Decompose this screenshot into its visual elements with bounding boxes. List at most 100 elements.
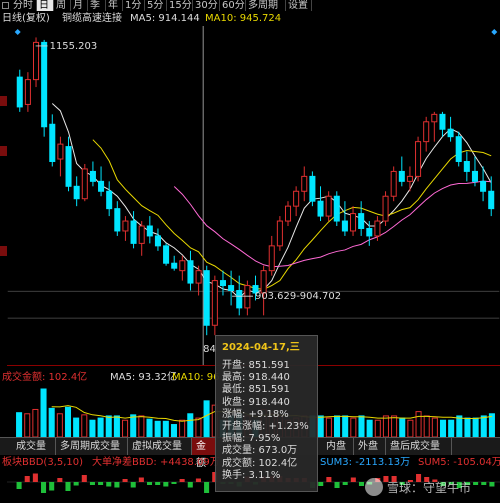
candle-body[interactable] [447,128,454,138]
candle-body[interactable] [41,41,48,128]
candle-body[interactable] [171,262,178,269]
candle-body[interactable] [374,220,381,237]
candle-body[interactable] [114,208,121,232]
tab-quarterly[interactable]: 季 [88,0,106,11]
candle-body[interactable] [228,285,235,292]
strip-marker [0,246,7,256]
candle-body[interactable] [81,168,88,200]
candle-body[interactable] [65,146,72,187]
candle-body[interactable] [260,270,267,294]
candle-body[interactable] [138,225,145,244]
tab-5min[interactable]: 5分 [145,0,167,11]
candle-body[interactable] [463,160,470,172]
candle-body[interactable] [301,175,308,192]
candle-body[interactable] [293,190,300,207]
bbd-bar [122,479,128,482]
tab-daily[interactable]: 日 [37,0,54,11]
tab-30min[interactable]: 30分 [193,0,220,11]
candle-body[interactable] [33,41,40,81]
candle-body[interactable] [406,175,413,182]
tab-outer-volume[interactable]: 外盘 [354,438,386,455]
candle-body[interactable] [366,227,373,237]
volume-bar [48,407,55,437]
bbd-bar [146,482,153,485]
candle-body[interactable] [211,280,218,326]
period-label[interactable]: 日线(复权) [2,12,50,26]
tab-monthly[interactable]: 月 [71,0,88,11]
candle-body[interactable] [415,141,422,177]
candle-body[interactable] [480,180,487,192]
candle-body[interactable] [49,123,56,162]
candle-body[interactable] [284,205,292,222]
candle-body[interactable] [341,220,348,232]
tab-inner-volume[interactable]: 内盘 [322,438,354,455]
volume-bar [162,420,169,437]
tab-amount[interactable]: 金额 [192,438,216,469]
tab-60min[interactable]: 60分 [220,0,246,11]
candle-body[interactable] [398,170,405,182]
candle-body[interactable] [268,245,275,272]
tab-after-hours-volume[interactable]: 盘后成交量 [386,438,452,455]
candle-body[interactable] [333,195,340,222]
candle-body[interactable] [236,290,243,309]
volume-bar [488,413,495,437]
candle-body[interactable] [471,170,478,182]
candle-body[interactable] [309,175,316,202]
bbd-bar [41,482,47,493]
candle-tooltip: 2024-04-17,三 开盘: 851.591 最高: 918.440 最低:… [215,335,318,492]
sidebar-toggle-checkbox[interactable] [2,2,9,9]
candle-body[interactable] [488,190,495,210]
tab-multi-period[interactable]: 多周期 [246,0,286,11]
candle-body[interactable] [219,280,226,287]
bbd-bar [16,482,22,489]
tab-intraday[interactable]: 分时 [11,0,37,11]
candle-body[interactable] [358,213,365,229]
candle-body[interactable] [203,270,210,326]
candle-body[interactable] [179,260,186,272]
volume-bar [366,419,373,437]
tab-volume[interactable]: 成交量 [12,438,56,455]
candle-body[interactable] [187,260,194,284]
tab-settings[interactable]: 设置 [286,0,312,11]
candle-body[interactable] [455,136,462,162]
candle-body[interactable] [89,170,96,182]
bbd-bar [49,482,55,491]
candle-body[interactable] [439,113,446,130]
tab-yearly[interactable]: 年 [106,0,123,11]
candlestick-chart[interactable]: 1155.203 903.629-904.702 84 [7,26,500,366]
tab-weekly[interactable]: 周 [54,0,71,11]
candle-body[interactable] [317,200,324,217]
tab-15min[interactable]: 15分 [167,0,193,11]
volume-bar [472,417,479,437]
volume-bar [399,417,406,437]
candle-body[interactable] [431,113,438,123]
candle-body[interactable] [390,170,397,197]
candle-body[interactable] [98,180,105,192]
candle-body[interactable] [195,270,202,284]
candle-body[interactable] [163,245,170,264]
volume-bar [154,420,161,437]
volume-bar [464,417,471,437]
bbd-bar [163,482,169,487]
candle-body[interactable] [16,76,23,108]
candle-body[interactable] [130,220,137,244]
bbd-bar [489,482,495,487]
candle-body[interactable] [73,185,80,200]
candle-body[interactable] [57,143,64,160]
candle-body[interactable] [350,213,357,232]
ma20-line [173,180,492,268]
tab-multi-period-volume[interactable]: 多周期成交量 [56,438,128,455]
candle-body[interactable] [146,225,153,237]
candle-body[interactable] [423,121,430,143]
candle-body[interactable] [106,190,113,210]
candle-body[interactable] [325,195,332,217]
candle-body[interactable] [276,220,283,247]
tab-1min[interactable]: 1分 [123,0,145,11]
candle-body[interactable] [122,220,129,232]
tab-virtual-volume[interactable]: 虚拟成交量 [128,438,192,455]
candle-body[interactable] [244,285,251,309]
bbd-bar [130,482,136,488]
candle-body[interactable] [382,195,389,222]
candle-body[interactable] [154,235,161,247]
candle-body[interactable] [24,79,31,105]
